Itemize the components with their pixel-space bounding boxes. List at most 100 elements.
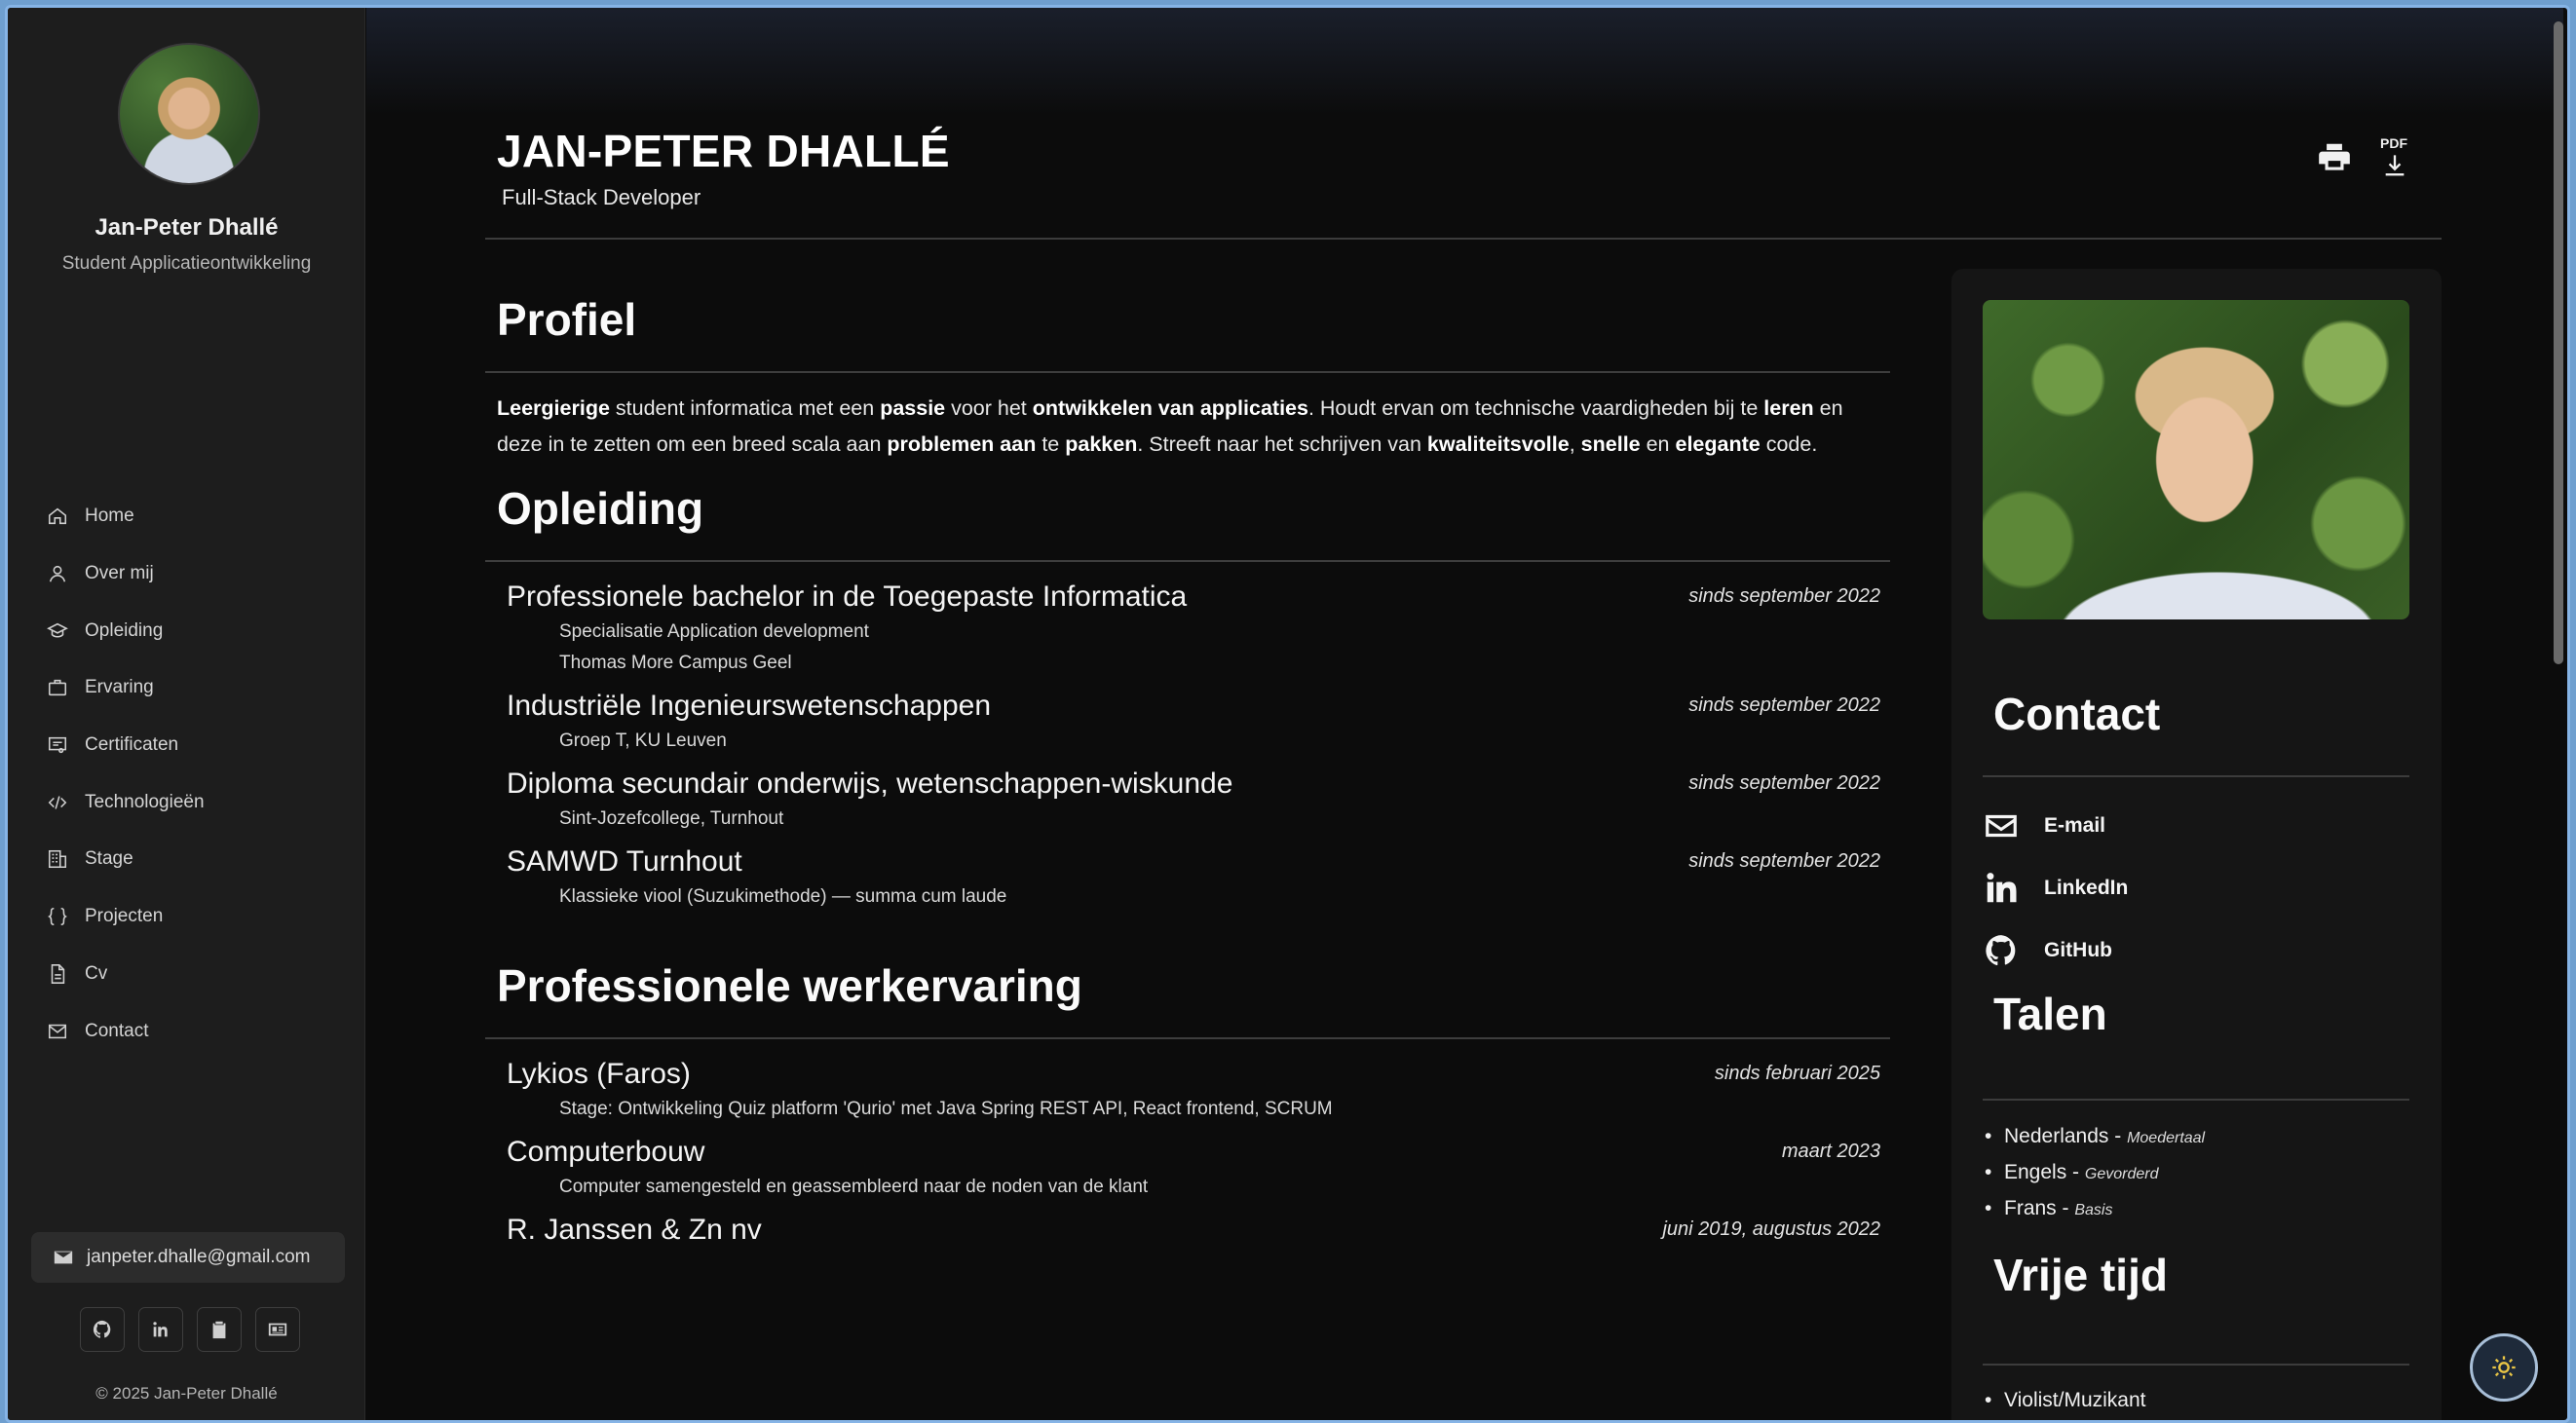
avatar [118, 43, 260, 185]
section-divider [485, 560, 1890, 562]
social-links [80, 1307, 300, 1352]
sidebar-item-label: Projecten [85, 906, 164, 927]
sidebar-item-label: Over mij [85, 563, 154, 584]
contact-link-label: GitHub [2044, 939, 2112, 961]
email-text: janpeter.dhalle@gmail.com [87, 1247, 311, 1267]
language-level: Moedertaal [2127, 1130, 2206, 1146]
scrollbar-thumb[interactable] [2554, 21, 2563, 664]
entry-date: maart 2023 [1781, 1141, 1880, 1162]
mail-icon [1986, 814, 2017, 838]
profile-text-fragment: code. [1760, 432, 1818, 456]
sidebar-item-home[interactable]: Home [47, 488, 205, 545]
print-button[interactable] [2314, 137, 2355, 178]
entry-date: sinds februari 2025 [1714, 1063, 1880, 1084]
clipboard-button[interactable] [197, 1307, 242, 1352]
github-button[interactable] [80, 1307, 125, 1352]
entry-date: sinds september 2022 [1688, 772, 1880, 794]
entry-detail: Groep T, KU Leuven [559, 730, 727, 751]
download-icon [2385, 155, 2405, 176]
language-item: Frans - Basis [1985, 1197, 2113, 1220]
profile-text-fragment: te [1036, 432, 1066, 456]
sidebar-item-label: Contact [85, 1020, 149, 1041]
linkedin-icon [1987, 873, 2017, 903]
section-divider [1983, 1364, 2409, 1366]
section-divider [1983, 1099, 2409, 1101]
section-heading-opleiding: Opleiding [497, 483, 704, 534]
sidebar-item-label: Certificaten [85, 734, 179, 756]
theme-toggle-button[interactable] [2470, 1333, 2538, 1402]
profile-keyword: problemen aan [887, 432, 1037, 456]
education-list: Professionele bachelor in de Toegepaste … [485, 578, 1890, 913]
section-heading-profiel: Profiel [497, 294, 637, 345]
page-subtitle: Full-Stack Developer [502, 185, 701, 209]
entry-detail: Klassieke viool (Suzukimethode) — summa … [559, 886, 1007, 907]
languages-heading: Talen [1993, 989, 2107, 1039]
section-heading-werkervaring: Professionele werkervaring [497, 960, 1082, 1011]
building-icon [48, 850, 67, 869]
document-icon [51, 963, 65, 984]
sidebar-item-contact[interactable]: Contact [47, 1002, 205, 1060]
github-icon [1986, 935, 2016, 966]
entry-date: sinds september 2022 [1688, 585, 1880, 607]
mail-icon [54, 1251, 73, 1264]
github-icon [93, 1320, 111, 1338]
copyright: © 2025 Jan-Peter Dhallé [95, 1384, 278, 1403]
profile-text-fragment: en [1640, 432, 1676, 456]
sidebar-item-label: Technologieën [85, 791, 205, 812]
sidebar-item-stage[interactable]: Stage [47, 831, 205, 888]
entry-date: sinds september 2022 [1688, 850, 1880, 872]
email-link[interactable]: janpeter.dhalle@gmail.com [31, 1232, 345, 1283]
linkedin-icon [153, 1322, 168, 1337]
entry-title: Industriële Ingenieurswetenschappen [507, 690, 992, 722]
section-divider [1983, 775, 2409, 777]
hobby-heading: Vrije tijd [1993, 1250, 2168, 1300]
profile-text-fragment: voor het [945, 396, 1033, 420]
sidebar-item-over-mij[interactable]: Over mij [47, 545, 205, 603]
sidebar-item-certificaten[interactable]: Certificaten [47, 717, 205, 774]
language-name: Nederlands - [2004, 1125, 2128, 1147]
education-entry: SAMWD Turnhout sinds september 2022 Klassi… [485, 843, 1890, 913]
sidebar-item-label: Cv [85, 962, 108, 984]
sidebar-item-ervaring[interactable]: Ervaring [47, 659, 205, 717]
profile-text: Leergierige student informatica met een … [485, 391, 1878, 463]
sidebar-item-label: Home [85, 506, 134, 527]
contact-link-label: E-mail [2044, 814, 2106, 837]
contact-email-link[interactable]: E-mail [1983, 807, 2105, 844]
profile-text-fragment: student informatica met een [609, 396, 881, 420]
section-divider [485, 371, 1890, 373]
language-level: Gevorderd [2084, 1166, 2159, 1182]
code-icon [48, 796, 67, 809]
profile-keyword: leren [1763, 396, 1814, 420]
education-entry: Professionele bachelor in de Toegepaste … [485, 578, 1890, 679]
header-divider [485, 238, 2442, 240]
sidebar-item-technologieen[interactable]: Technologieën [47, 773, 205, 831]
sidebar: Jan-Peter Dhallé Student Applicatieontwi… [8, 8, 365, 1420]
language-item: Nederlands - Moedertaal [1985, 1125, 2206, 1148]
profile-keyword: ontwikkelen van applicaties [1032, 396, 1308, 420]
profile-keyword: snelle [1580, 432, 1641, 456]
entry-detail: Specialisatie Application development [559, 621, 869, 642]
graduation-cap-icon [47, 622, 68, 638]
experience-entry: Computerbouw maart 2023 Computer samengest… [485, 1133, 1890, 1203]
profile-text-fragment: . Houdt ervan om technische vaardigheden… [1307, 396, 1764, 420]
printer-icon [2319, 143, 2350, 170]
entry-detail: Computer samengesteld en geassembleerd n… [559, 1177, 1149, 1197]
sidebar-item-projecten[interactable]: Projecten [47, 888, 205, 946]
profile-text-fragment: , [1569, 432, 1581, 456]
sun-icon [2492, 1356, 2516, 1379]
entry-detail: Sint-Jozefcollege, Turnhout [559, 808, 784, 829]
home-icon [48, 508, 67, 525]
entry-title: Diploma secundair onderwijs, wetenschapp… [507, 768, 1233, 800]
language-item: Engels - Gevorderd [1985, 1161, 2159, 1184]
sidebar-item-cv[interactable]: Cv [47, 946, 205, 1003]
browser-window: Jan-Peter Dhallé Student Applicatieontwi… [5, 5, 2570, 1423]
language-level: Basis [2074, 1202, 2113, 1218]
sidebar-item-opleiding[interactable]: Opleiding [47, 602, 205, 659]
sidebar-item-label: Stage [85, 848, 133, 870]
linkedin-button[interactable] [138, 1307, 183, 1352]
contact-linkedin-link[interactable]: LinkedIn [1983, 870, 2128, 907]
contact-github-link[interactable]: GitHub [1983, 932, 2112, 969]
pdf-download-button[interactable]: PDF [2374, 135, 2415, 178]
id-card-button[interactable] [255, 1307, 300, 1352]
language-name: Frans - [2004, 1197, 2075, 1219]
